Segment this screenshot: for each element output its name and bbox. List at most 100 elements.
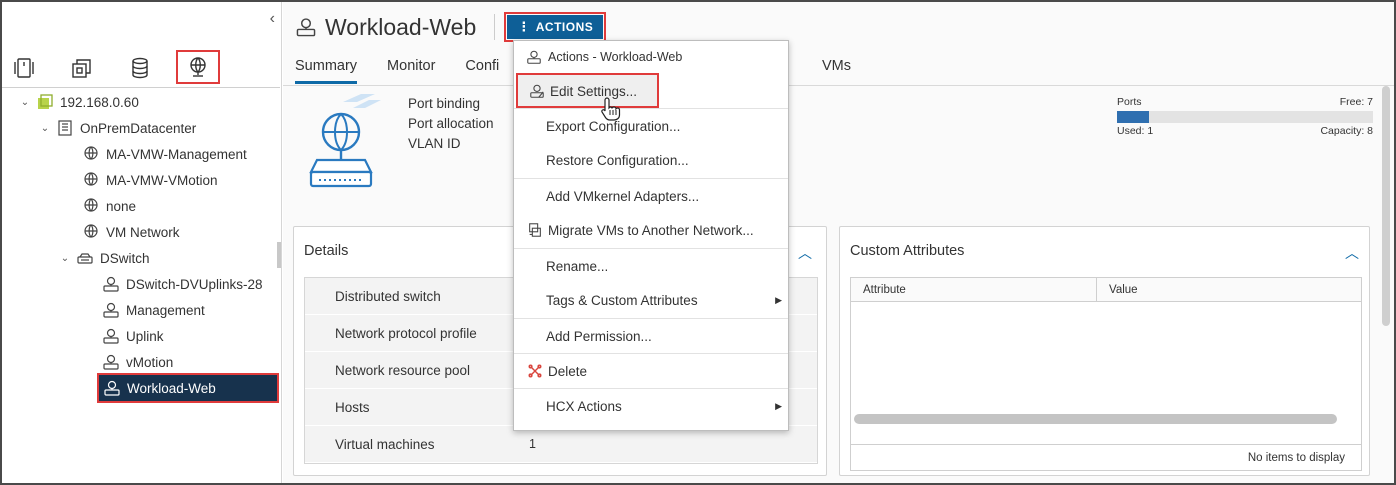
networking-icon[interactable] <box>176 50 220 84</box>
menu-item-add-permission[interactable]: Add Permission... <box>514 318 788 353</box>
chevron-down-icon[interactable]: ⌄ <box>18 97 32 108</box>
prop-port-allocation: Port allocation <box>408 116 494 131</box>
tree-item-label: Workload-Web <box>127 380 216 396</box>
main-scrollbar[interactable] <box>1382 86 1390 326</box>
row-label: Hosts <box>335 399 370 415</box>
chevron-up-icon[interactable]: ︿ <box>798 243 812 263</box>
tree-item-portgroup[interactable]: DSwitch-DVUplinks-28 <box>98 271 263 297</box>
sidebar-scrollbar[interactable] <box>277 242 281 268</box>
custom-attributes-title: Custom Attributes <box>850 243 965 259</box>
tab-monitor[interactable]: Monitor <box>387 54 435 84</box>
chevron-down-icon[interactable]: ⌄ <box>58 253 72 264</box>
vcenter-icon <box>36 93 54 111</box>
row-label: Network protocol profile <box>335 325 477 341</box>
submenu-arrow-icon: ▶ <box>775 295 782 305</box>
tree-item-network[interactable]: MA-VMW-VMotion <box>78 167 218 193</box>
tree-item-label: OnPremDatacenter <box>80 120 197 136</box>
ports-progress-fill <box>1117 111 1149 123</box>
tree-item-label: MA-VMW-Management <box>106 146 247 162</box>
column-header-value[interactable]: Value <box>1097 278 1138 301</box>
portgroup-icon <box>103 379 121 397</box>
portgroup-icon <box>102 275 120 293</box>
tab-summary[interactable]: Summary <box>295 54 358 84</box>
vms-templates-icon[interactable] <box>64 51 100 85</box>
menu-item-export-configuration[interactable]: Export Configuration... <box>514 108 788 143</box>
details-title: Details <box>304 243 349 259</box>
menu-item-label: HCX Actions <box>546 398 622 414</box>
custom-attributes-grid: Attribute Value No items to display <box>850 277 1362 471</box>
network-icon <box>82 223 100 241</box>
row-label: Distributed switch <box>335 288 441 304</box>
menu-item-hcx-actions[interactable]: HCX Actions ▶ <box>514 388 788 423</box>
menu-item-add-vmkernel-adapters[interactable]: Add VMkernel Adapters... <box>514 178 788 213</box>
ports-usage: Ports Free: 7 Used: 1 Capacity: 8 <box>1117 96 1373 137</box>
menu-header-label: Actions - Workload-Web <box>548 50 683 64</box>
menu-item-label: Edit Settings... <box>550 83 638 99</box>
tree-item-label: 192.168.0.60 <box>60 94 139 110</box>
tree-item-dswitch[interactable]: ⌄ DSwitch <box>58 245 150 271</box>
actions-label: ACTIONS <box>535 20 594 34</box>
tab-configure[interactable]: Confi <box>465 54 499 84</box>
tree-item-network[interactable]: MA-VMW-Management <box>78 141 247 167</box>
storage-icon[interactable] <box>122 51 158 85</box>
network-icon <box>82 145 100 163</box>
collapse-sidebar-button[interactable]: ‹ <box>270 10 275 28</box>
menu-item-label: Add VMkernel Adapters... <box>546 188 700 204</box>
ports-label: Ports <box>1117 96 1142 108</box>
menu-item-label: Tags & Custom Attributes <box>546 293 698 308</box>
inventory-view-tabs <box>2 42 280 88</box>
tree-item-network[interactable]: none <box>78 193 136 219</box>
ports-used: Used: 1 <box>1117 125 1154 137</box>
tree-item-portgroup-selected[interactable]: Workload-Web <box>97 373 279 403</box>
actions-menu: Actions - Workload-Web Edit Settings... … <box>513 40 789 431</box>
prop-vlan-id: VLAN ID <box>408 136 461 151</box>
tree-item-portgroup[interactable]: Uplink <box>98 323 164 349</box>
summary-properties: Port binding Port allocation VLAN ID <box>408 94 494 154</box>
menu-item-restore-configuration[interactable]: Restore Configuration... <box>514 143 788 178</box>
ports-capacity: Capacity: 8 <box>1320 125 1373 137</box>
chevron-up-icon[interactable]: ︿ <box>1345 243 1359 263</box>
menu-item-migrate-vms[interactable]: Migrate VMs to Another Network... <box>514 213 788 248</box>
menu-item-tags-custom-attributes[interactable]: Tags & Custom Attributes ▶ <box>514 283 788 318</box>
tree-item-label: vMotion <box>126 354 174 370</box>
actions-menu-header: Actions - Workload-Web <box>514 41 788 73</box>
hand-pointer-icon <box>601 97 621 121</box>
tree-item-network[interactable]: VM Network <box>78 219 180 245</box>
submenu-arrow-icon: ▶ <box>775 400 782 411</box>
tree-item-vcenter[interactable]: ⌄ 192.168.0.60 <box>18 89 139 115</box>
more-vertical-icon: ⋮ <box>517 19 531 34</box>
tree-item-label: none <box>106 198 137 214</box>
grid-footer: No items to display <box>851 444 1361 470</box>
tree-item-label: Management <box>126 302 205 318</box>
navigator-sidebar: ‹ ⌄ 192.168.0.60 ⌄ OnPremDatacenter MA-V… <box>2 2 282 483</box>
migrate-icon <box>529 223 541 237</box>
grid-horizontal-scrollbar[interactable] <box>854 414 1337 424</box>
portgroup-icon <box>296 18 316 37</box>
menu-item-label: Rename... <box>546 258 609 274</box>
menu-item-edit-settings[interactable]: Edit Settings... <box>516 73 659 108</box>
row-value: 1 <box>529 437 536 451</box>
tab-vms[interactable]: VMs <box>822 58 851 74</box>
portgroup-icon <box>102 301 120 319</box>
menu-item-label: Add Permission... <box>546 328 652 344</box>
chevron-down-icon[interactable]: ⌄ <box>38 123 52 134</box>
column-header-attribute[interactable]: Attribute <box>851 278 1097 301</box>
grid-header: Attribute Value <box>851 278 1361 302</box>
tree-item-label: DSwitch-DVUplinks-28 <box>126 276 263 292</box>
distributed-portgroup-icon <box>309 94 381 188</box>
tree-item-datacenter[interactable]: ⌄ OnPremDatacenter <box>38 115 196 141</box>
network-icon <box>82 197 100 215</box>
row-label: Virtual machines <box>335 436 435 452</box>
tree-item-portgroup[interactable]: vMotion <box>98 349 173 375</box>
menu-item-rename[interactable]: Rename... <box>514 248 788 283</box>
menu-item-delete[interactable]: Delete <box>514 353 788 388</box>
tree-item-label: Uplink <box>126 328 164 344</box>
portgroup-icon <box>527 50 541 64</box>
hosts-clusters-icon[interactable] <box>6 51 42 85</box>
dswitch-icon <box>76 249 94 267</box>
delete-icon <box>528 364 542 378</box>
tree-item-portgroup[interactable]: Management <box>98 297 205 323</box>
ports-progress-bar <box>1117 111 1373 123</box>
tree-item-label: DSwitch <box>100 250 150 266</box>
actions-button[interactable]: ⋮ ACTIONS <box>504 12 607 42</box>
